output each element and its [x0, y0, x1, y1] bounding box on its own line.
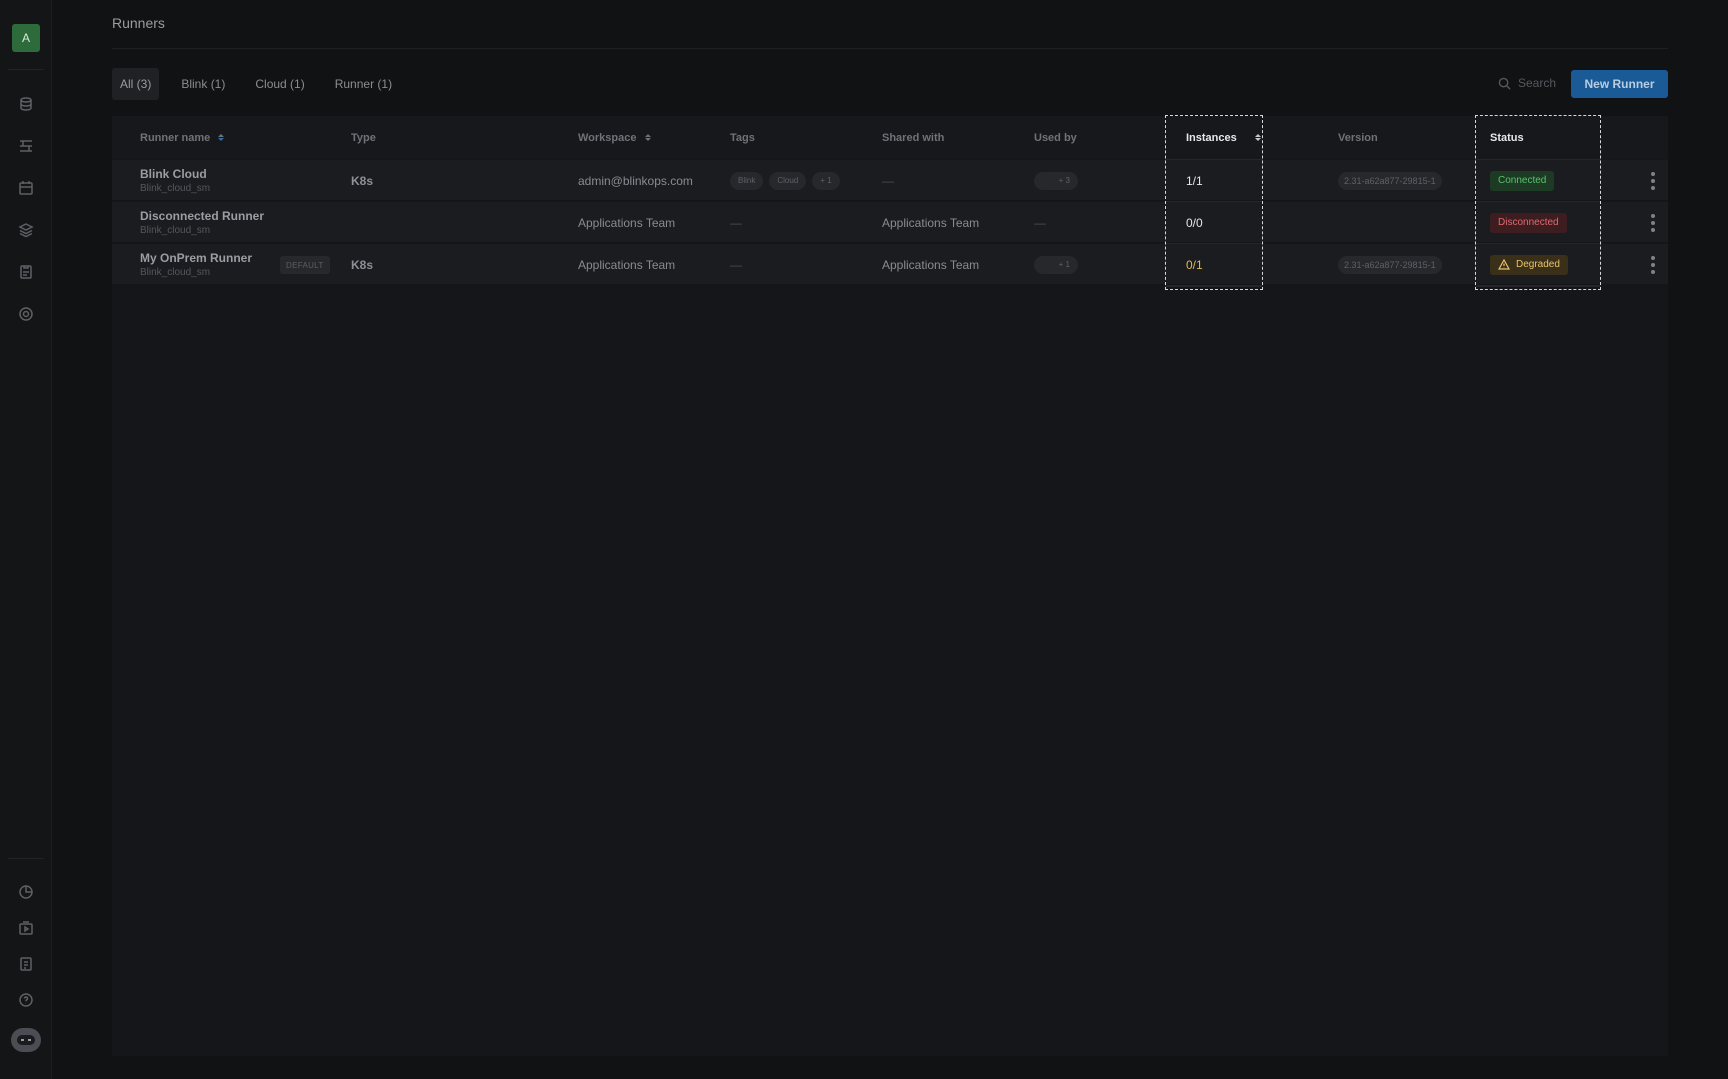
- row-menu-icon[interactable]: [1650, 256, 1656, 274]
- sidebar-divider: [8, 858, 44, 859]
- pie-chart-icon[interactable]: [15, 881, 37, 903]
- runner-type: K8s: [351, 173, 374, 188]
- runner-workspace: Applications Team: [578, 215, 676, 230]
- runner-version: 2.31-a62a877-29815-1: [1338, 244, 1442, 285]
- status-label: Degraded: [1516, 259, 1560, 270]
- runner-used-by: —: [1034, 215, 1046, 230]
- status-badge: Connected: [1490, 170, 1555, 191]
- header-used-by: Used by: [1034, 131, 1077, 144]
- used-by-chip[interactable]: + 3: [1034, 171, 1078, 190]
- flows-icon[interactable]: [15, 135, 37, 157]
- runner-name[interactable]: Blink Cloud: [140, 167, 207, 181]
- runner-used-by: + 3: [1034, 160, 1078, 201]
- sort-icon[interactable]: [218, 134, 225, 141]
- layers-icon[interactable]: [15, 219, 37, 241]
- target-icon[interactable]: [15, 303, 37, 325]
- filter-tabs: All (3) Blink (1) Cloud (1) Runner (1): [112, 68, 414, 100]
- runner-name[interactable]: My OnPrem Runner: [140, 251, 252, 265]
- runner-id: Blink_cloud_sm: [140, 267, 211, 278]
- runner-name-cell: My OnPrem Runner Blink_cloud_sm: [140, 244, 252, 285]
- runner-name[interactable]: Disconnected Runner: [140, 209, 264, 223]
- runner-name-cell: Blink Cloud Blink_cloud_sm: [140, 160, 210, 201]
- status-badge: Disconnected: [1490, 212, 1567, 233]
- runner-name-cell: Disconnected Runner Blink_cloud_sm: [140, 202, 264, 243]
- warning-icon: [1498, 259, 1510, 270]
- runner-workspace: Applications Team: [578, 257, 676, 272]
- runner-id: Blink_cloud_sm: [140, 183, 211, 194]
- sidebar: A: [0, 0, 52, 1079]
- search-placeholder: Search: [1518, 76, 1557, 90]
- search-icon: [1498, 77, 1511, 90]
- runner-workspace: admin@blinkops.com: [578, 173, 693, 188]
- header-shared-with: Shared with: [882, 131, 945, 144]
- version-chip: 2.31-a62a877-29815-1: [1338, 255, 1442, 274]
- tag-more-chip[interactable]: + 1: [812, 171, 840, 190]
- sort-icon[interactable]: [644, 134, 651, 141]
- runner-shared-with: Applications Team: [882, 215, 980, 230]
- clipboard-icon[interactable]: [15, 261, 37, 283]
- version-chip: 2.31-a62a877-29815-1: [1338, 171, 1442, 190]
- search-input[interactable]: Search: [1498, 76, 1556, 90]
- cases-icon[interactable]: [15, 953, 37, 975]
- runner-tags: Blink Cloud + 1: [730, 160, 846, 201]
- new-runner-button[interactable]: New Runner: [1571, 70, 1668, 98]
- assistant-bot-icon[interactable]: [11, 1028, 41, 1052]
- help-icon[interactable]: [15, 989, 37, 1011]
- table-row[interactable]: My OnPrem Runner Blink_cloud_sm DEFAULT …: [112, 244, 1668, 285]
- table-header: Runner name Type Workspace Tags Shared w…: [112, 116, 1668, 159]
- row-menu-icon[interactable]: [1650, 172, 1656, 190]
- play-box-icon[interactable]: [15, 917, 37, 939]
- app-root: A Runners All (3) Blink (1) Cloud (1) Ru…: [0, 0, 1728, 1079]
- runner-tags: —: [730, 257, 742, 272]
- runner-type: K8s: [351, 257, 374, 272]
- runner-shared-with: Applications Team: [882, 257, 980, 272]
- database-icon[interactable]: [15, 93, 37, 115]
- header-runner-name-label: Runner name: [140, 131, 211, 144]
- tab-all[interactable]: All (3): [112, 68, 160, 100]
- sort-icon[interactable]: [1254, 134, 1261, 141]
- runner-status: Connected: [1490, 160, 1555, 201]
- runner-tags: —: [730, 215, 742, 230]
- runner-instances: 0/1: [1186, 257, 1203, 272]
- page-title: Runners: [112, 15, 165, 31]
- tag-chip: Cloud: [769, 171, 807, 190]
- title-divider: [112, 48, 1668, 49]
- used-by-chip[interactable]: + 1: [1034, 255, 1078, 274]
- runner-status: Degraded: [1490, 244, 1568, 285]
- runners-table: Runner name Type Workspace Tags Shared w…: [112, 115, 1668, 1056]
- tab-runner[interactable]: Runner (1): [327, 68, 400, 100]
- header-tags: Tags: [730, 131, 755, 144]
- runner-id: Blink_cloud_sm: [140, 225, 211, 236]
- header-status: Status: [1490, 131, 1524, 144]
- runner-used-by: + 1: [1034, 244, 1078, 285]
- default-badge: DEFAULT: [280, 256, 330, 274]
- table-row[interactable]: Disconnected Runner Blink_cloud_sm Appli…: [112, 202, 1668, 243]
- table-row[interactable]: Blink Cloud Blink_cloud_sm K8s admin@bli…: [112, 160, 1668, 201]
- status-badge: Degraded: [1490, 254, 1568, 275]
- calendar-icon[interactable]: [15, 177, 37, 199]
- row-menu-icon[interactable]: [1650, 214, 1656, 232]
- header-runner-name[interactable]: Runner name: [140, 116, 225, 159]
- header-version: Version: [1338, 131, 1378, 144]
- workspace-avatar[interactable]: A: [12, 24, 40, 52]
- tab-blink[interactable]: Blink (1): [173, 68, 233, 100]
- runner-instances: 0/0: [1186, 215, 1203, 230]
- header-instances[interactable]: Instances: [1186, 116, 1261, 159]
- header-instances-label: Instances: [1186, 131, 1237, 144]
- runner-shared-with: —: [882, 173, 894, 188]
- runner-version: 2.31-a62a877-29815-1: [1338, 160, 1442, 201]
- tab-cloud[interactable]: Cloud (1): [247, 68, 312, 100]
- runner-status: Disconnected: [1490, 202, 1567, 243]
- main-content: Runners All (3) Blink (1) Cloud (1) Runn…: [112, 0, 1668, 1079]
- header-type: Type: [351, 131, 376, 144]
- header-workspace[interactable]: Workspace: [578, 116, 651, 159]
- header-workspace-label: Workspace: [578, 131, 637, 144]
- sidebar-divider: [8, 69, 44, 70]
- runner-instances: 1/1: [1186, 173, 1203, 188]
- tag-chip: Blink: [730, 171, 764, 190]
